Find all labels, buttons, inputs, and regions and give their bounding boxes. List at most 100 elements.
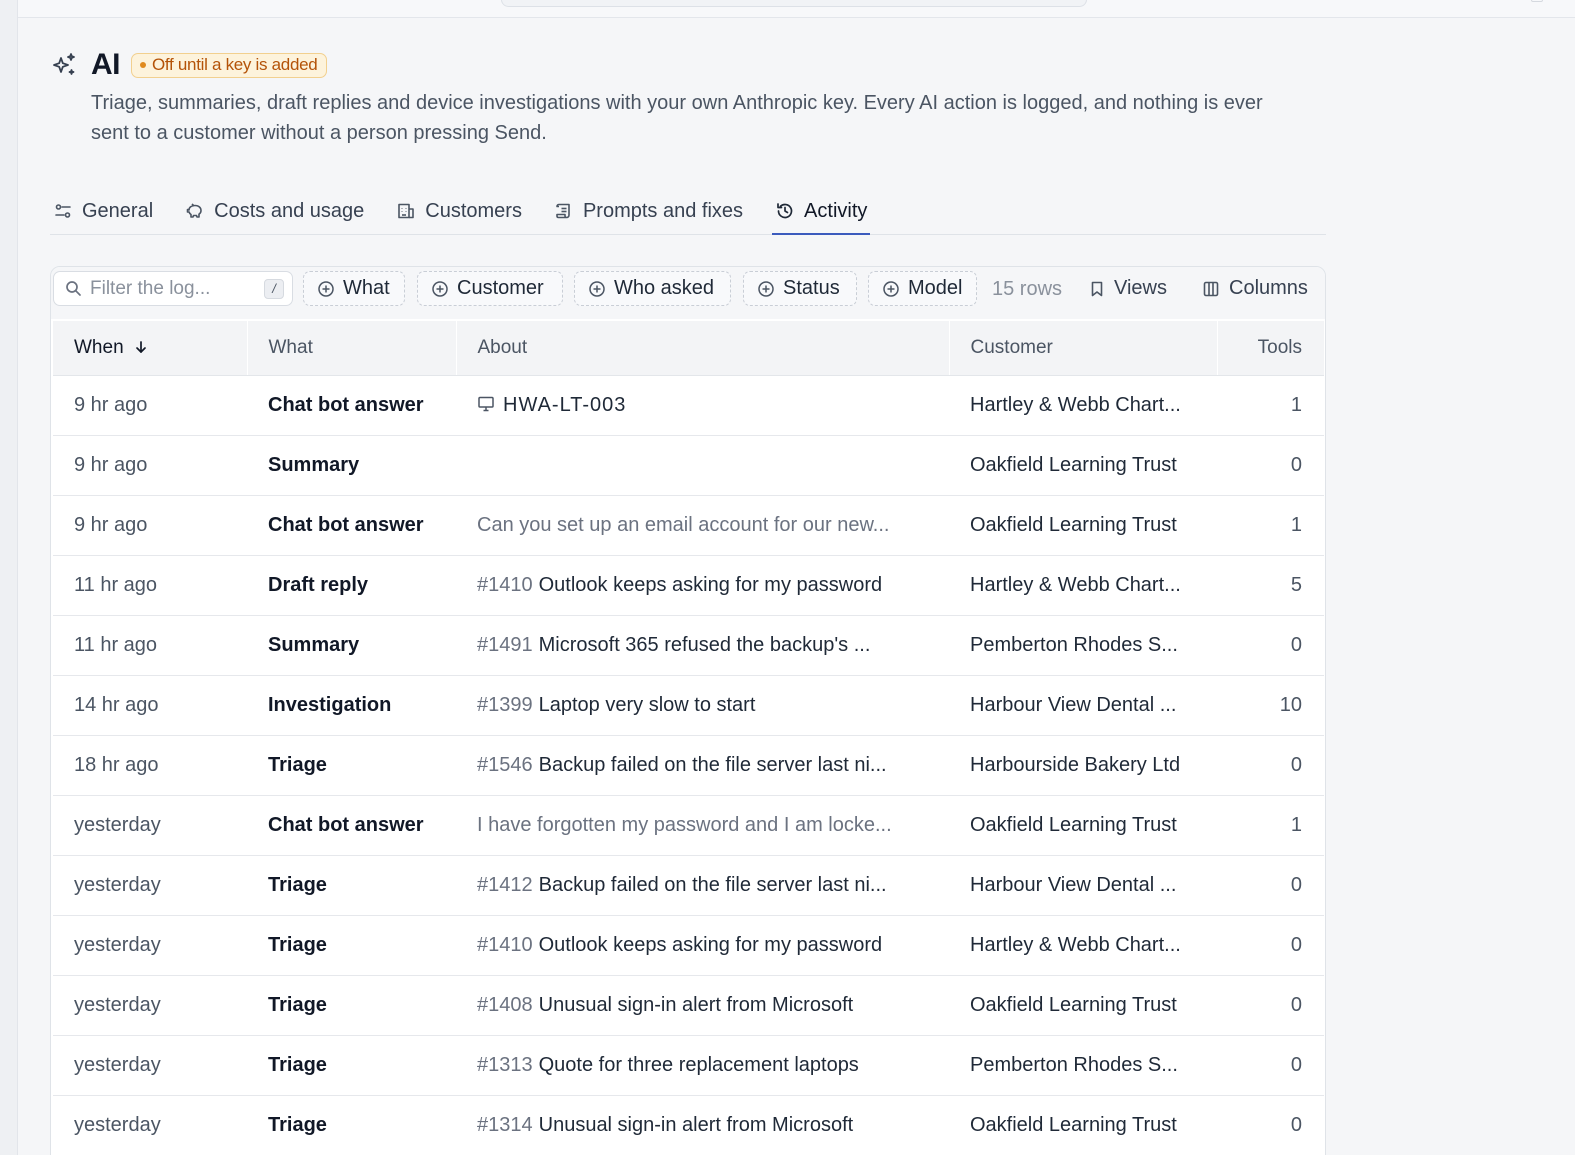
table-row[interactable]: 14 hr ago Investigation #1399 Laptop very s… [53, 675, 1324, 736]
filter-chip-what[interactable]: What [303, 271, 405, 306]
table-header-row: When What About Customer Tools [53, 321, 1324, 376]
columns-label: Columns [1229, 277, 1308, 299]
tab-label: General [82, 199, 154, 222]
ticket-number[interactable]: #1408 [477, 994, 533, 1016]
status-dot [140, 62, 146, 68]
column-header-tools[interactable]: Tools [1216, 321, 1324, 376]
tab-prompts-and-fixes[interactable]: Prompts and fixes [551, 188, 746, 234]
cell-about: #1410 Outlook keeps asking for my passwor… [456, 915, 949, 976]
tab-label: Costs and usage [214, 199, 365, 222]
ticket-subject[interactable]: Microsoft 365 refused the backup's ... [539, 634, 871, 656]
tab-activity[interactable]: Activity [772, 188, 871, 235]
cell-customer: Oakfield Learning Trust [949, 495, 1217, 556]
table-row[interactable]: yesterday Triage #1408 Unusual sign-in aler… [53, 975, 1324, 1036]
filter-field[interactable]: / [53, 271, 293, 306]
ticket-subject[interactable]: Unusual sign-in alert from Microsoft [539, 1114, 854, 1136]
table-row[interactable]: yesterday Triage #1410 Outlook keeps asking… [53, 915, 1324, 976]
cell-about: #1491 Microsoft 365 refused the backup's … [456, 615, 949, 676]
ticket-subject[interactable]: Laptop very slow to start [539, 694, 756, 716]
cell-what: Triage [247, 1035, 456, 1096]
search-icon [66, 281, 81, 296]
tab-customers[interactable]: Customers [393, 188, 525, 234]
page-title: AI [91, 48, 121, 81]
table-row[interactable]: 18 hr ago Triage #1546 Backup failed on the… [53, 735, 1324, 796]
ticket-subject[interactable]: Unusual sign-in alert from Microsoft [539, 994, 854, 1016]
shortcut-hint: / [264, 278, 284, 299]
table-row[interactable]: 9 hr ago Chat bot answer HWA-LT-003 Hartley… [53, 375, 1324, 436]
plus-circle-icon [883, 280, 899, 297]
cell-customer: Harbourside Bakery Ltd [949, 735, 1217, 796]
cell-customer: Oakfield Learning Trust [949, 795, 1217, 856]
cell-tools: 1 [1217, 495, 1324, 556]
cell-tools: 0 [1217, 975, 1324, 1036]
cell-what: Triage [247, 915, 456, 976]
ticket-subject[interactable]: Quote for three replacement laptops [539, 1054, 859, 1076]
cell-customer: Oakfield Learning Trust [949, 435, 1217, 496]
chat-message-preview: I have forgotten my password and I am lo… [477, 813, 892, 836]
plus-circle-icon [758, 280, 774, 297]
cell-customer: Pemberton Rhodes S... [949, 1035, 1217, 1096]
page-description: Triage, summaries, draft replies and dev… [91, 92, 1263, 144]
ticket-subject[interactable]: Outlook keeps asking for my password [539, 934, 883, 956]
table-row[interactable]: 11 hr ago Draft reply #1410 Outlook keeps a… [53, 555, 1324, 616]
plus-circle-icon [432, 280, 448, 297]
ticket-number[interactable]: #1491 [477, 634, 533, 656]
cell-customer: Hartley & Webb Chart... [949, 915, 1217, 976]
cell-tools: 5 [1217, 555, 1324, 616]
filter-input[interactable] [90, 277, 250, 300]
ticket-subject[interactable]: Backup failed on the file server last ni… [539, 874, 887, 896]
tab-costs-and-usage[interactable]: Costs and usage [182, 188, 367, 234]
cell-about: HWA-LT-003 [456, 375, 949, 436]
filter-chip-model[interactable]: Model [868, 271, 977, 306]
table-row[interactable]: 9 hr ago Chat bot answer Can you set up an… [53, 495, 1324, 556]
arrow-down-icon [136, 340, 146, 353]
ticket-number[interactable]: #1410 [477, 934, 533, 956]
table-row[interactable]: 11 hr ago Summary #1491 Microsoft 365 refus… [53, 615, 1324, 676]
cell-tools: 0 [1217, 855, 1324, 916]
cell-about: #1412 Backup failed on the file server la… [456, 855, 949, 916]
table-row[interactable]: yesterday Chat bot answer I have forgotten… [53, 795, 1324, 856]
column-header-about[interactable]: About [455, 321, 949, 376]
cell-when: yesterday [53, 975, 247, 1036]
global-search[interactable] [501, 0, 1087, 7]
cell-when: 9 hr ago [53, 495, 247, 556]
filter-chip-status[interactable]: Status [743, 271, 857, 306]
cell-tools: 10 [1217, 675, 1324, 736]
table-row[interactable]: yesterday Triage #1314 Unusual sign-in aler… [53, 1095, 1324, 1155]
column-header-when[interactable]: When [53, 321, 247, 376]
ticket-number[interactable]: #1546 [477, 754, 533, 776]
monitor-icon [478, 396, 494, 411]
table-row[interactable]: 9 hr ago Summary Oakfield Learning Trust 0 [53, 435, 1324, 496]
piggy-bank-icon [186, 203, 202, 218]
filter-chip-who-asked[interactable]: Who asked [574, 271, 731, 306]
column-header-what[interactable]: What [246, 321, 456, 376]
ticket-number[interactable]: #1412 [477, 874, 533, 896]
top-bar [18, 0, 1575, 18]
table-row[interactable]: yesterday Triage #1313 Quote for three repl… [53, 1035, 1324, 1096]
chat-message-preview: Can you set up an email account for our … [477, 513, 890, 536]
cell-about: #1408 Unusual sign-in alert from Microsof… [456, 975, 949, 1036]
table-row[interactable]: yesterday Triage #1412 Backup failed on the… [53, 855, 1324, 916]
ticket-number[interactable]: #1313 [477, 1054, 533, 1076]
chip-label: Model [908, 277, 963, 299]
cell-when: 9 hr ago [53, 375, 247, 436]
views-button[interactable]: Views [1089, 271, 1167, 306]
cell-what: Triage [247, 1095, 456, 1155]
cell-when: yesterday [53, 1095, 247, 1155]
ticket-subject[interactable]: Outlook keeps asking for my password [539, 574, 883, 596]
page-header: AI Off until a key is added Triage, summ… [50, 46, 1330, 148]
column-header-customer[interactable]: Customer [948, 321, 1217, 376]
top-right-control[interactable] [1531, 0, 1543, 2]
cell-customer: Oakfield Learning Trust [949, 975, 1217, 1036]
ticket-number[interactable]: #1399 [477, 694, 533, 716]
tab-general[interactable]: General [50, 188, 156, 234]
columns-button[interactable]: Columns [1202, 271, 1308, 306]
ticket-number[interactable]: #1410 [477, 574, 533, 596]
device-name[interactable]: HWA-LT-003 [503, 394, 626, 416]
filter-chip-customer[interactable]: Customer [417, 271, 563, 306]
cell-when: 11 hr ago [53, 555, 247, 616]
ticket-number[interactable]: #1314 [477, 1114, 533, 1136]
cell-about: I have forgotten my password and I am lo… [456, 795, 949, 856]
ticket-subject[interactable]: Backup failed on the file server last ni… [539, 754, 887, 776]
cell-when: yesterday [53, 795, 247, 856]
